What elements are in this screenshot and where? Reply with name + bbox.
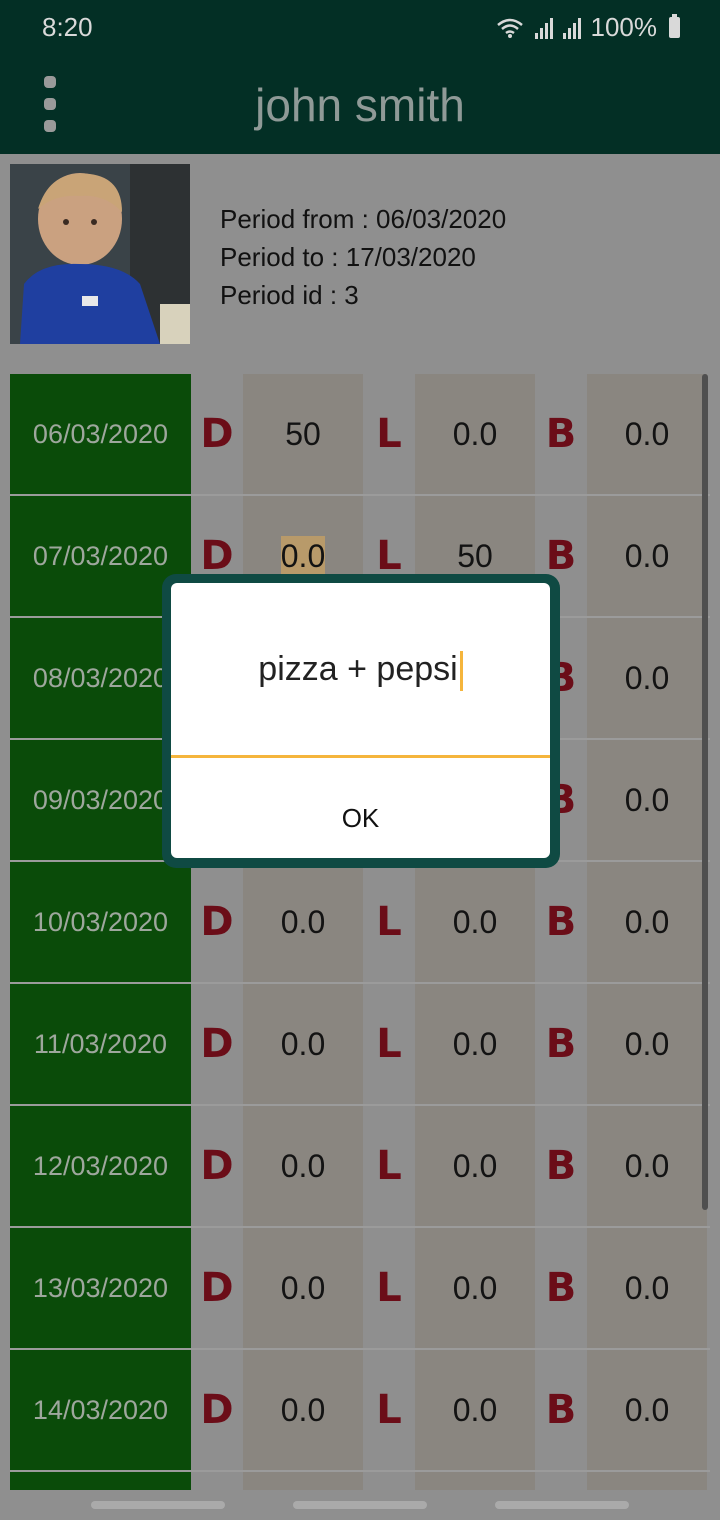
ok-button[interactable]: OK [171,783,550,853]
table-row: 13/03/2020 D 0.0 L 0.0 B 0.0 [10,1228,710,1348]
breakfast-value[interactable]: 0.0 [587,374,707,494]
input-underline [171,755,550,758]
breakfast-label: B [545,899,577,945]
table-row: 06/03/2020 D 50 L 0.0 B 0.0 [10,374,710,494]
period-id: Period id : 3 [220,280,359,310]
date-cell[interactable]: 14/03/2020 [10,1350,191,1470]
battery-percent: 100% [590,12,658,42]
breakfast-value[interactable]: 0.0 [587,862,707,982]
nav-back-handle[interactable] [495,1501,629,1509]
breakfast-value[interactable]: 0.0 [587,1106,707,1226]
edit-dialog: pizza + pepsi OK [171,583,550,858]
avatar [10,164,190,344]
breakfast-label: B [545,1265,577,1311]
status-time: 8:20 [42,12,93,42]
table-row: 11/03/2020 D 0.0 L 0.0 B 0.0 [10,984,710,1104]
breakfast-value[interactable]: 0.0 [587,496,707,616]
breakfast-label: B [545,1021,577,1067]
status-bar: 8:20 100% [0,0,720,56]
lunch-label: L [376,899,402,945]
note-input-value: pizza + pepsi [258,650,458,688]
dinner-label: D [200,1021,234,1067]
breakfast-label: B [545,411,577,457]
date-cell[interactable]: 12/03/2020 [10,1106,191,1226]
app-bar: john smith [0,56,720,154]
period-from: Period from : 06/03/2020 [220,204,507,234]
dinner-value[interactable]: 0.0 [243,1228,363,1348]
lunch-label: L [376,1387,402,1433]
table-row [10,1472,710,1490]
breakfast-label: B [545,1143,577,1189]
scrollbar[interactable] [702,374,708,1210]
table-row: 14/03/2020 D 0.0 L 0.0 B 0.0 [10,1350,710,1470]
date-cell[interactable] [10,1472,191,1490]
date-cell[interactable]: 06/03/2020 [10,374,191,494]
highlighted-value: 0.0 [280,535,326,577]
note-input[interactable]: pizza + pepsi [171,629,550,709]
lunch-value[interactable]: 0.0 [415,1106,535,1226]
lunch-label: L [376,1265,402,1311]
dinner-label: D [200,1387,234,1433]
lunch-label: L [376,411,402,457]
wifi-icon [496,18,523,38]
breakfast-value[interactable]: 0.0 [587,740,707,860]
signal-2-icon [562,17,581,39]
table-row: 10/03/2020 D 0.0 L 0.0 B 0.0 [10,862,710,982]
lunch-value[interactable]: 0.0 [415,1228,535,1348]
dinner-value[interactable]: 0.0 [243,1106,363,1226]
breakfast-value[interactable]: 0.0 [587,1228,707,1348]
dinner-label: D [200,411,234,457]
lunch-value[interactable]: 0.0 [415,984,535,1104]
lunch-value[interactable]: 0.0 [415,1350,535,1470]
nav-home-handle[interactable] [293,1501,427,1509]
lunch-value[interactable] [415,1472,535,1490]
dinner-value[interactable] [243,1472,363,1490]
breakfast-value[interactable] [587,1472,707,1490]
nav-recents-handle[interactable] [91,1501,225,1509]
period-to: Period to : 17/03/2020 [220,242,476,272]
dinner-label: D [200,899,234,945]
dinner-value[interactable]: 50 [243,374,363,494]
child-photo-image [10,164,190,344]
signal-1-icon [534,17,553,39]
breakfast-value[interactable]: 0.0 [587,984,707,1104]
dinner-value[interactable]: 0.0 [243,984,363,1104]
breakfast-value[interactable]: 0.0 [587,618,707,738]
date-cell[interactable]: 10/03/2020 [10,862,191,982]
battery-icon [669,14,680,38]
table-row: 12/03/2020 D 0.0 L 0.0 B 0.0 [10,1106,710,1226]
lunch-value[interactable]: 0.0 [415,374,535,494]
dinner-label: D [200,1143,234,1189]
date-cell[interactable]: 11/03/2020 [10,984,191,1104]
lunch-value[interactable]: 0.0 [415,862,535,982]
navigation-bar [0,1490,720,1520]
lunch-label: L [376,1021,402,1067]
dinner-label: D [200,1265,234,1311]
page-title: john smith [255,79,465,131]
breakfast-value[interactable]: 0.0 [587,1350,707,1470]
status-icons: 100% [496,12,680,43]
dinner-value[interactable]: 0.0 [243,862,363,982]
date-cell[interactable]: 13/03/2020 [10,1228,191,1348]
lunch-label: L [376,1143,402,1189]
dinner-value[interactable]: 0.0 [243,1350,363,1470]
period-info: Period from : 06/03/2020 Period to : 17/… [220,200,506,314]
text-caret [459,651,463,692]
breakfast-label: B [545,1387,577,1433]
